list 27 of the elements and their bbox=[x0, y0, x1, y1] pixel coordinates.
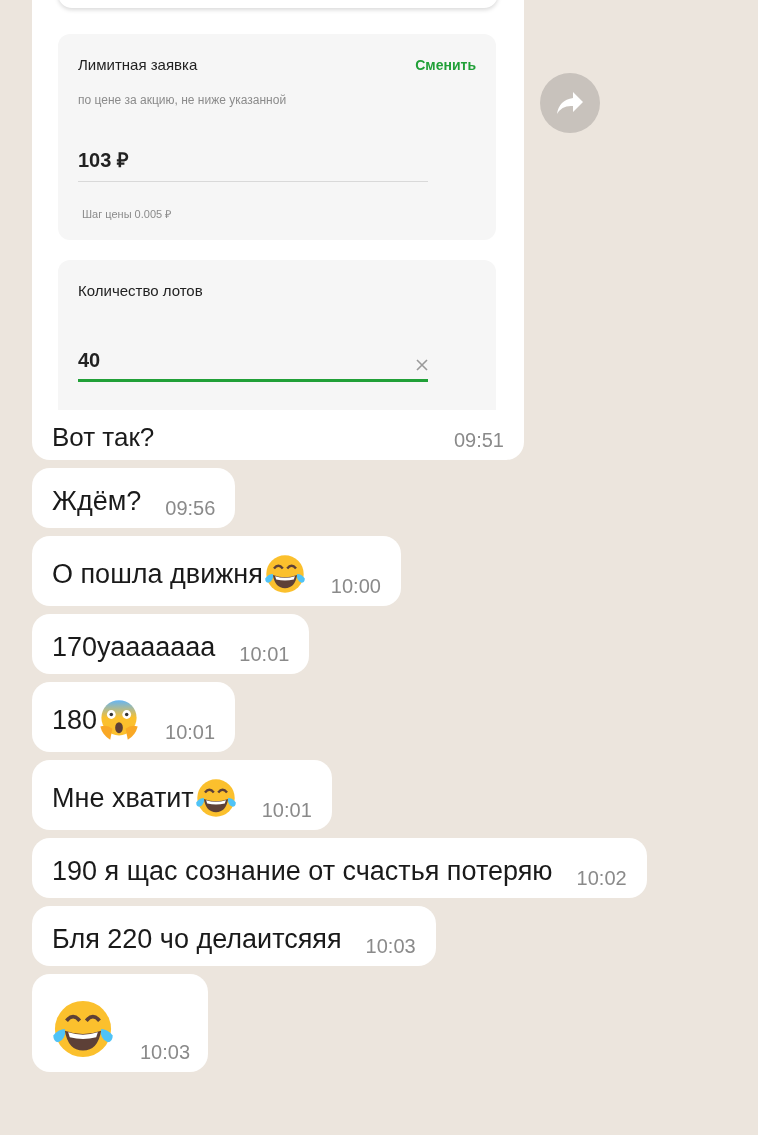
order-subtitle: по цене за акцию, не ниже указанной bbox=[78, 91, 288, 109]
share-arrow-icon bbox=[555, 90, 585, 116]
message-text: Мне хватит bbox=[52, 782, 194, 815]
message-time: 09:51 bbox=[452, 430, 504, 450]
clear-icon[interactable] bbox=[416, 358, 428, 371]
message-text: 180 bbox=[52, 704, 98, 737]
message-time: 10:01 bbox=[164, 722, 216, 742]
price-field[interactable]: 103 ₽ bbox=[78, 144, 428, 182]
message-time: 10:03 bbox=[139, 1042, 191, 1062]
message-time: 10:02 bbox=[575, 868, 627, 888]
message-text: Ждём? bbox=[52, 485, 142, 518]
lots-field[interactable]: 40 bbox=[78, 344, 428, 382]
message-time: 10:01 bbox=[260, 800, 312, 820]
message-time: 10:00 bbox=[329, 576, 381, 596]
message-time: 09:56 bbox=[164, 498, 216, 518]
message-time: 10:03 bbox=[364, 936, 416, 956]
message-text: 170уааааааа bbox=[52, 631, 216, 664]
order-type-title: Лимитная заявка bbox=[78, 55, 198, 75]
message-text: Вот так? bbox=[52, 424, 155, 450]
price-step: Шаг цены 0.005 ₽ bbox=[82, 205, 476, 222]
forward-button[interactable] bbox=[540, 73, 600, 133]
message-text: 190 я щас сознание от счастья потеряю bbox=[52, 855, 553, 888]
message-text: О пошла движня bbox=[52, 558, 263, 591]
lots-title: Количество лотов bbox=[78, 281, 204, 301]
message-text: Бля 220 чо делаитсяяя bbox=[52, 923, 342, 956]
message-time: 10:01 bbox=[238, 644, 290, 664]
lots-value: 40 bbox=[78, 347, 101, 373]
